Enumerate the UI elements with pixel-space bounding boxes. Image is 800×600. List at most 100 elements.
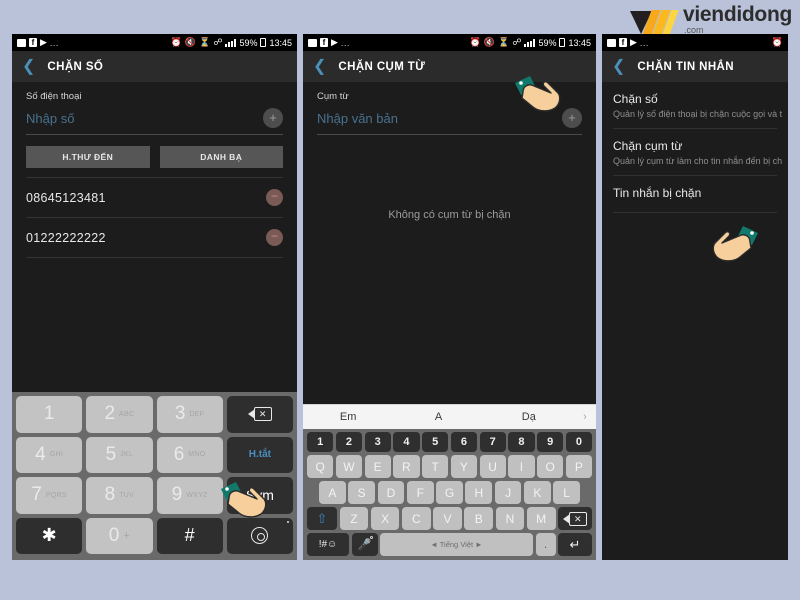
backspace-icon: ✕ bbox=[247, 407, 272, 422]
status-bar: f ▶ ... ⏰ 🔇 ⏳ ☍ 59% 13:45 bbox=[12, 34, 297, 51]
clock-time: 13:45 bbox=[269, 37, 292, 48]
dialpad-key-9[interactable]: 9 WXYZ bbox=[156, 477, 223, 514]
dialpad-key-5[interactable]: 5 JKL bbox=[86, 436, 153, 473]
key-1[interactable]: 1 bbox=[307, 432, 334, 452]
phone-number-label: Số điện thoại bbox=[26, 91, 82, 102]
more-dots-icon: ... bbox=[49, 37, 59, 48]
key-2[interactable]: 2 bbox=[335, 432, 362, 452]
back-chevron-icon[interactable]: ❮ bbox=[612, 58, 625, 75]
inbox-button[interactable]: H.THƯ ĐẾN bbox=[26, 146, 150, 168]
suggestion-2[interactable]: A bbox=[393, 411, 483, 423]
blocked-number-row-2[interactable]: 01222222222 − bbox=[12, 218, 297, 257]
key-letters: ABC bbox=[119, 410, 135, 418]
blocked-number-row-1[interactable]: 08645123481 − bbox=[12, 178, 297, 217]
phrase-input[interactable]: Nhập văn bản bbox=[317, 111, 562, 126]
key-7[interactable]: 7 bbox=[479, 432, 506, 452]
menu-item-block-phrases[interactable]: Chặn cụm từ Quản lý cụm từ làm cho tin n… bbox=[602, 129, 788, 175]
key-p[interactable]: P bbox=[565, 455, 592, 478]
key-j[interactable]: J bbox=[494, 481, 522, 504]
logo-mark-icon bbox=[630, 9, 679, 35]
key-h[interactable]: H bbox=[465, 481, 493, 504]
more-dots-icon: ... bbox=[639, 37, 649, 48]
key-3[interactable]: 3 bbox=[364, 432, 391, 452]
key-b[interactable]: B bbox=[464, 507, 494, 530]
dialpad-key-6[interactable]: 6 MNO bbox=[156, 436, 223, 473]
key-r[interactable]: R bbox=[393, 455, 420, 478]
menu-item-blocked-messages[interactable]: Tin nhắn bị chặn bbox=[602, 176, 788, 212]
dialpad-backspace-key[interactable]: ✕ bbox=[226, 396, 293, 433]
dialpad-key-4[interactable]: 4 GHI bbox=[16, 436, 83, 473]
key-6[interactable]: 6 bbox=[450, 432, 477, 452]
dialpad-key-3[interactable]: 3 DEF bbox=[156, 396, 223, 433]
key-t[interactable]: T bbox=[422, 455, 449, 478]
remove-number-button[interactable]: − bbox=[266, 229, 283, 246]
key-g[interactable]: G bbox=[436, 481, 463, 504]
key-f[interactable]: F bbox=[406, 481, 434, 504]
key-9[interactable]: 9 bbox=[537, 432, 564, 452]
dialpad-hash-key[interactable]: # bbox=[156, 517, 223, 554]
page-title-3: CHẶN TIN NHẮN bbox=[637, 60, 734, 73]
hangup-label: H.tắt bbox=[248, 449, 271, 461]
key-digit: 8 bbox=[104, 484, 116, 506]
microphone-icon[interactable]: 🎤 bbox=[351, 533, 378, 556]
dialpad-key-7[interactable]: 7 PQRS bbox=[16, 477, 83, 514]
facebook-icon: f bbox=[320, 38, 328, 47]
dialpad-star-key[interactable]: ✱ bbox=[16, 517, 83, 554]
key-5[interactable]: 5 bbox=[422, 432, 449, 452]
keyboard-backspace-key[interactable]: ✕ bbox=[558, 507, 593, 530]
key-0[interactable]: 0 bbox=[565, 432, 592, 452]
suggestion-more-icon[interactable]: › bbox=[574, 411, 596, 423]
key-8[interactable]: 8 bbox=[508, 432, 535, 452]
key-w[interactable]: W bbox=[335, 455, 362, 478]
key-l[interactable]: L bbox=[553, 481, 581, 504]
key-u[interactable]: U bbox=[479, 455, 506, 478]
wifi-icon: ☍ bbox=[512, 37, 522, 47]
logo-brand-name: viendidong bbox=[683, 3, 792, 26]
dialpad-key-2[interactable]: 2 ABC bbox=[86, 396, 153, 433]
dialpad-key-8[interactable]: 8 TUV bbox=[86, 477, 153, 514]
key-k[interactable]: K bbox=[523, 481, 551, 504]
key-e[interactable]: E bbox=[364, 455, 391, 478]
back-chevron-icon[interactable]: ❮ bbox=[313, 58, 326, 75]
flag-icon: ▶ bbox=[630, 37, 637, 47]
key-y[interactable]: Y bbox=[450, 455, 477, 478]
suggestion-1[interactable]: Em bbox=[303, 411, 393, 423]
symbols-key[interactable]: !#☺ bbox=[307, 533, 349, 556]
dialpad-key-0[interactable]: 0 + bbox=[86, 517, 153, 554]
key-s[interactable]: S bbox=[348, 481, 376, 504]
dialpad-key-1[interactable]: 1 bbox=[16, 396, 83, 433]
app-bar-1: ❮ CHẶN SỐ bbox=[12, 51, 297, 82]
phone-number-input[interactable]: Nhập số bbox=[26, 111, 263, 126]
add-phrase-button[interactable]: + bbox=[562, 108, 582, 128]
clock-time: 13:45 bbox=[568, 37, 591, 48]
space-key[interactable]: ◄ Tiếng Việt ► bbox=[380, 533, 533, 556]
shift-up-icon[interactable]: ⇧ bbox=[307, 507, 337, 530]
key-c[interactable]: C bbox=[401, 507, 431, 530]
suggestion-3[interactable]: Dạ bbox=[484, 411, 574, 423]
key-x[interactable]: X bbox=[370, 507, 400, 530]
key-a[interactable]: A bbox=[319, 481, 346, 504]
divider bbox=[613, 212, 777, 213]
key-n[interactable]: N bbox=[495, 507, 525, 530]
key-digit: 6 bbox=[173, 443, 185, 465]
contacts-button[interactable]: DANH BẠ bbox=[159, 146, 283, 168]
period-key[interactable]: . bbox=[535, 533, 556, 556]
add-number-button[interactable]: + bbox=[263, 108, 283, 128]
key-d[interactable]: D bbox=[377, 481, 405, 504]
dialpad-hangup-key[interactable]: H.tắt bbox=[226, 436, 293, 473]
remove-number-button[interactable]: − bbox=[266, 189, 283, 206]
hand-cursor-pointer-3 bbox=[710, 224, 762, 264]
backspace-icon: ✕ bbox=[563, 511, 588, 526]
dialpad-symbols-key[interactable]: Sym bbox=[226, 477, 293, 514]
back-chevron-icon[interactable]: ❮ bbox=[22, 58, 35, 75]
enter-return-icon[interactable]: ↵ bbox=[558, 533, 592, 556]
key-z[interactable]: Z bbox=[339, 507, 369, 530]
key-m[interactable]: M bbox=[526, 507, 556, 530]
key-o[interactable]: O bbox=[537, 455, 564, 478]
key-i[interactable]: I bbox=[508, 455, 535, 478]
key-v[interactable]: V bbox=[433, 507, 462, 530]
key-4[interactable]: 4 bbox=[393, 432, 420, 452]
menu-item-block-numbers[interactable]: Chặn số Quản lý số điện thoại bị chặn cu… bbox=[602, 82, 788, 128]
dialpad-settings-key[interactable] bbox=[226, 517, 293, 554]
key-q[interactable]: Q bbox=[307, 455, 334, 478]
